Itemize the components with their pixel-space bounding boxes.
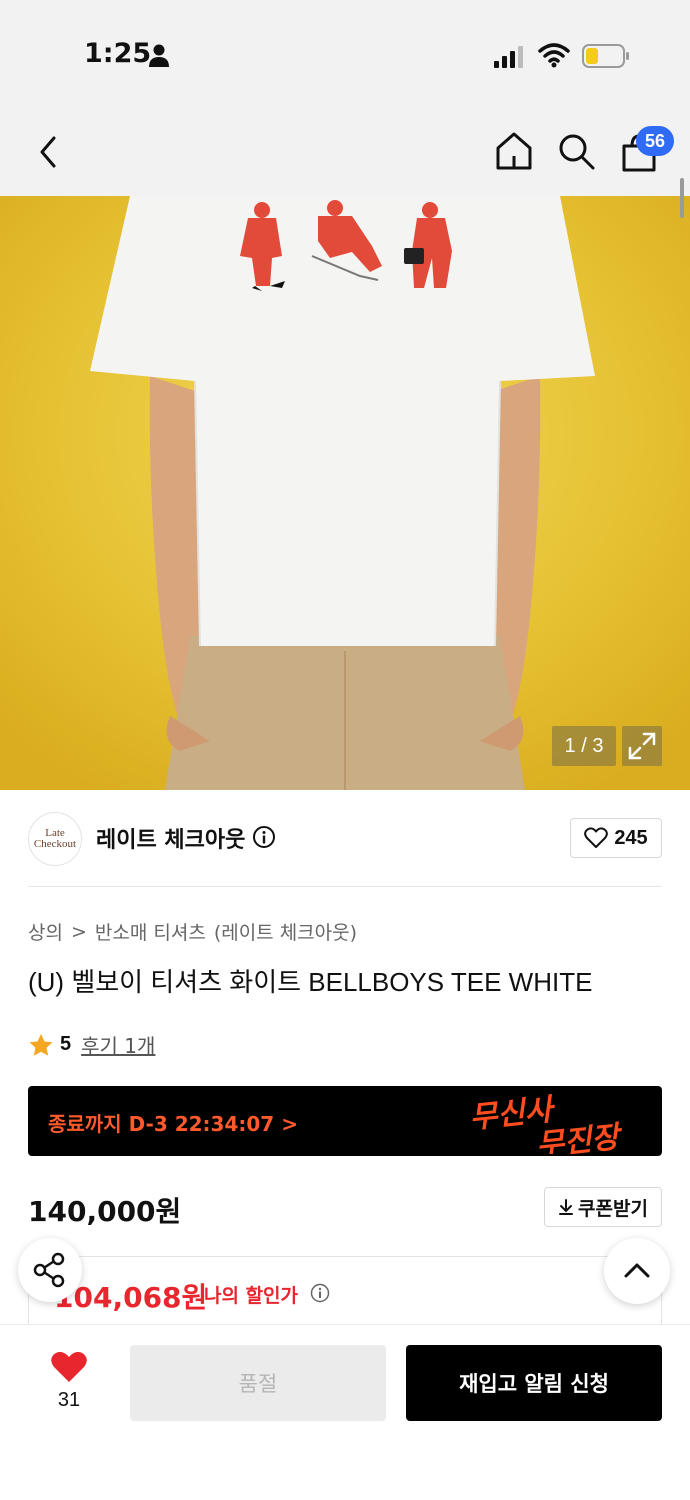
breadcrumb-separator: >	[70, 920, 87, 943]
battery-icon	[582, 44, 629, 68]
share-button[interactable]	[18, 1238, 82, 1302]
like-count: 31	[57, 1389, 81, 1411]
status-time: 1:25	[84, 38, 152, 69]
promo-banner[interactable]: 종료까지 D-3 22:34:07 > 무신사 무진장	[28, 1086, 662, 1156]
wifi-icon	[538, 43, 570, 68]
divider	[28, 886, 662, 887]
image-counter: 1 / 3	[552, 726, 616, 766]
rating-score: 5	[60, 1033, 72, 1055]
page-scrollbar[interactable]	[680, 178, 684, 218]
promo-countdown: 종료까지 D-3 22:34:07 >	[48, 1108, 298, 1137]
discount-label: 나의 할인가	[204, 1285, 299, 1307]
breadcrumb: 상의 > 반소매 티셔츠 (레이트 체크아웃)	[28, 918, 357, 945]
brand-name[interactable]: 레이트 체크아웃	[96, 822, 245, 854]
review-link[interactable]: 후기 1개	[81, 1030, 155, 1059]
coupon-button[interactable]: 쿠폰받기	[544, 1187, 662, 1227]
product-title: (U) 벨보이 티셔츠 화이트 BELLBOYS TEE WHITE	[28, 967, 593, 997]
share-icon	[33, 1252, 65, 1288]
download-icon	[559, 1199, 574, 1215]
restock-alert-button[interactable]: 재입고 알림 신청	[406, 1345, 662, 1421]
info-icon[interactable]	[252, 825, 276, 849]
info-icon[interactable]	[310, 1283, 330, 1303]
star-icon	[29, 1033, 53, 1056]
status-bar: 1:25	[0, 0, 690, 110]
brand-logo[interactable]: Late Checkout	[28, 812, 82, 866]
person-icon	[149, 44, 169, 67]
scroll-top-button[interactable]	[604, 1238, 670, 1304]
heart-filled-icon[interactable]	[50, 1350, 88, 1384]
brand-logo-line2: Checkout	[33, 838, 77, 850]
search-icon[interactable]	[556, 130, 596, 172]
product-image[interactable]	[0, 196, 690, 790]
expand-icon[interactable]	[622, 726, 662, 766]
product-photo	[0, 196, 690, 790]
chevron-up-icon	[624, 1263, 650, 1278]
brand-like-count: 245	[614, 826, 648, 849]
heart-outline-icon	[584, 827, 609, 848]
rating-row: 5 후기 1개	[28, 1030, 155, 1059]
soldout-button[interactable]: 품절	[130, 1345, 386, 1421]
brand-like-button[interactable]: 245	[570, 818, 662, 858]
breadcrumb-category[interactable]: 상의	[28, 918, 63, 945]
original-price: 140,000원	[28, 1195, 182, 1228]
back-arrow-icon[interactable]	[32, 132, 66, 172]
promo-logo: 무신사 무진장	[468, 1092, 625, 1154]
home-icon[interactable]	[494, 130, 534, 172]
signal-icon	[494, 46, 523, 68]
promo-countdown-text: 종료까지 D-3 22:34:07	[48, 1112, 275, 1136]
coupon-label: 쿠폰받기	[578, 1197, 648, 1220]
cart-count-badge: 56	[636, 126, 674, 156]
breadcrumb-brand[interactable]: (레이트 체크아웃)	[214, 918, 357, 945]
top-nav	[0, 110, 690, 196]
breadcrumb-subcategory[interactable]: 반소매 티셔츠	[95, 918, 206, 945]
promo-chevron: >	[281, 1112, 298, 1136]
